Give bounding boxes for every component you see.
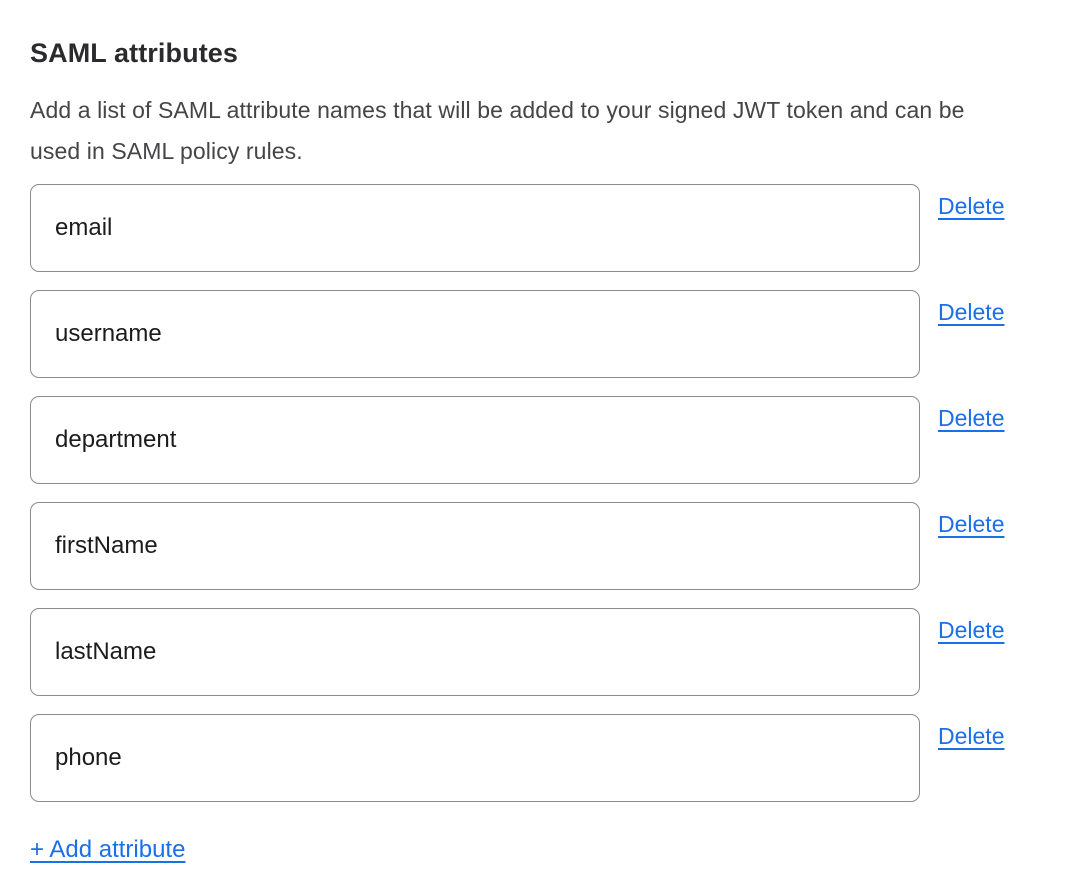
attribute-input[interactable] bbox=[30, 714, 920, 802]
attribute-row: Delete bbox=[30, 714, 1036, 802]
section-description: Add a list of SAML attribute names that … bbox=[30, 90, 1020, 172]
delete-link[interactable]: Delete bbox=[938, 299, 1004, 325]
delete-link[interactable]: Delete bbox=[938, 405, 1004, 431]
attribute-row: Delete bbox=[30, 184, 1036, 272]
attribute-row: Delete bbox=[30, 290, 1036, 378]
attribute-input[interactable] bbox=[30, 502, 920, 590]
attribute-row: Delete bbox=[30, 396, 1036, 484]
attribute-row: Delete bbox=[30, 502, 1036, 590]
attribute-input[interactable] bbox=[30, 608, 920, 696]
delete-link[interactable]: Delete bbox=[938, 193, 1004, 219]
delete-link[interactable]: Delete bbox=[938, 723, 1004, 749]
attribute-list: Delete Delete Delete Delete Delete Delet… bbox=[30, 184, 1036, 802]
add-attribute-link[interactable]: + Add attribute bbox=[30, 836, 185, 864]
attribute-input[interactable] bbox=[30, 396, 920, 484]
saml-attributes-section: SAML attributes Add a list of SAML attri… bbox=[0, 0, 1066, 886]
attribute-input[interactable] bbox=[30, 290, 920, 378]
page-title: SAML attributes bbox=[30, 36, 1036, 70]
attribute-input[interactable] bbox=[30, 184, 920, 272]
delete-link[interactable]: Delete bbox=[938, 617, 1004, 643]
delete-link[interactable]: Delete bbox=[938, 511, 1004, 537]
attribute-row: Delete bbox=[30, 608, 1036, 696]
